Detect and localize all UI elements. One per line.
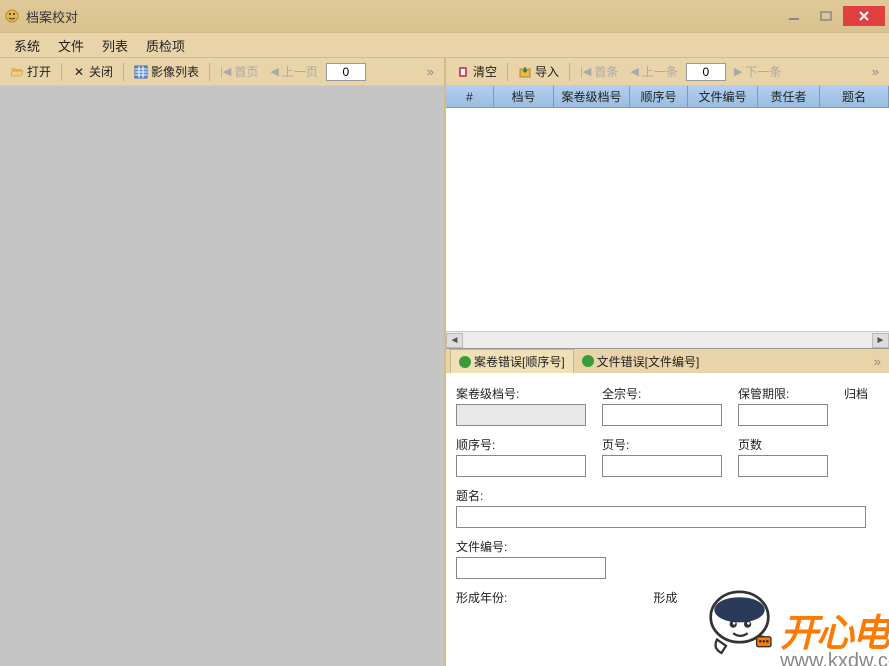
label-seq-no: 顺序号: (456, 436, 586, 453)
input-volume-no[interactable] (456, 404, 586, 426)
label-form-year: 形成年份: (456, 589, 507, 606)
error-tabs: 案卷错误[顺序号] 文件错误[文件编号] » (446, 349, 889, 373)
window-title: 档案校对 (26, 7, 78, 26)
close-label: 关闭 (89, 63, 113, 80)
menu-file[interactable]: 文件 (50, 34, 92, 57)
label-retention: 保管期限: (738, 385, 828, 402)
tab-volume-label: 案卷错误[顺序号] (474, 353, 565, 370)
label-page-no: 页号: (602, 436, 722, 453)
maximize-button[interactable] (811, 6, 841, 26)
label-volume-no: 案卷级档号: (456, 385, 586, 402)
image-list-label: 影像列表 (151, 63, 199, 80)
green-dot-icon (459, 356, 471, 368)
tab-file-label: 文件错误[文件编号] (597, 353, 700, 370)
minimize-button[interactable] (779, 6, 809, 26)
th-title[interactable]: 题名 (820, 86, 889, 107)
menu-list[interactable]: 列表 (94, 34, 136, 57)
label-archive: 归档 (844, 385, 868, 402)
th-dochao[interactable]: 档号 (494, 86, 554, 107)
import-icon (518, 65, 532, 79)
input-fond-no[interactable] (602, 404, 722, 426)
app-icon (4, 8, 20, 24)
left-panel: 打开 ✕ 关闭 影像列表 |◀ 首页 ◀ 上一页 » (0, 58, 446, 666)
input-pages[interactable] (738, 455, 828, 477)
horizontal-scrollbar[interactable]: ◄ ► (446, 331, 889, 348)
next-rec-icon: ▶ (734, 65, 742, 78)
menu-quality[interactable]: 质检项 (138, 34, 193, 57)
close-file-button[interactable]: ✕ 关闭 (68, 61, 117, 82)
clear-label: 清空 (473, 63, 497, 80)
left-toolbar: 打开 ✕ 关闭 影像列表 |◀ 首页 ◀ 上一页 » (0, 58, 444, 86)
titlebar: 档案校对 (0, 0, 889, 32)
tab-file-error[interactable]: 文件错误[文件编号] (574, 350, 708, 373)
window-controls (779, 6, 885, 26)
menubar: 系统 文件 列表 质检项 (0, 32, 889, 58)
input-file-no[interactable] (456, 557, 606, 579)
tab-volume-error[interactable]: 案卷错误[顺序号] (450, 349, 574, 373)
prev-rec-icon: ◀ (630, 65, 638, 78)
clear-button[interactable]: 清空 (452, 61, 501, 82)
expand-tabs[interactable]: » (870, 354, 885, 369)
right-panel: 清空 导入 |◀ 首条 ◀ 上一条 ▶ 下一条 » (446, 58, 889, 666)
label-form-date: 形成 (653, 589, 677, 606)
first-icon: |◀ (220, 65, 231, 78)
prev-rec-label: 上一条 (642, 63, 678, 80)
first-page-button[interactable]: |◀ 首页 (216, 61, 262, 82)
prev-icon: ◀ (270, 65, 278, 78)
label-title: 题名: (456, 487, 866, 504)
first-record-button[interactable]: |◀ 首条 (576, 61, 622, 82)
folder-open-icon (10, 65, 24, 79)
expand-left-toolbar[interactable]: » (423, 64, 438, 79)
open-button[interactable]: 打开 (6, 61, 55, 82)
close-button[interactable] (843, 6, 885, 26)
image-viewer (0, 86, 444, 666)
import-label: 导入 (535, 63, 559, 80)
input-retention[interactable] (738, 404, 828, 426)
expand-right-toolbar[interactable]: » (868, 64, 883, 79)
next-record-button[interactable]: ▶ 下一条 (730, 61, 785, 82)
watermark-cn: 开心电 (780, 615, 888, 653)
table-body (446, 108, 889, 331)
watermark-url: www.kxdw.co (780, 651, 889, 666)
image-list-button[interactable]: 影像列表 (130, 61, 203, 82)
menu-system[interactable]: 系统 (6, 34, 48, 57)
clear-icon (456, 65, 470, 79)
first-rec-icon: |◀ (580, 65, 591, 78)
th-fileno[interactable]: 文件编号 (688, 86, 758, 107)
label-pages: 页数 (738, 436, 828, 453)
th-volume-no[interactable]: 案卷级档号 (554, 86, 630, 107)
form-panel: 案卷级档号: 全宗号: 保管期限: 归档 顺序号: (446, 373, 889, 666)
label-file-no: 文件编号: (456, 538, 606, 555)
label-fond-no: 全宗号: (602, 385, 722, 402)
scroll-left-icon[interactable]: ◄ (446, 333, 463, 348)
prev-page-button[interactable]: ◀ 上一页 (266, 61, 321, 82)
record-number-input[interactable] (686, 63, 726, 81)
th-index[interactable]: # (446, 86, 494, 107)
input-title[interactable] (456, 506, 866, 528)
data-table: # 档号 案卷级档号 顺序号 文件编号 责任者 题名 ◄ ► (446, 86, 889, 349)
first-page-label: 首页 (234, 63, 258, 80)
th-seq[interactable]: 顺序号 (630, 86, 688, 107)
input-page-no[interactable] (602, 455, 722, 477)
import-button[interactable]: 导入 (514, 61, 563, 82)
prev-record-button[interactable]: ◀ 上一条 (626, 61, 681, 82)
grid-icon (134, 65, 148, 79)
open-label: 打开 (27, 63, 51, 80)
input-seq-no[interactable] (456, 455, 586, 477)
table-header-row: # 档号 案卷级档号 顺序号 文件编号 责任者 题名 (446, 86, 889, 108)
green-dot-icon (582, 355, 594, 367)
x-icon: ✕ (72, 65, 86, 79)
right-toolbar: 清空 导入 |◀ 首条 ◀ 上一条 ▶ 下一条 » (446, 58, 889, 86)
prev-page-label: 上一页 (282, 63, 318, 80)
first-rec-label: 首条 (594, 63, 618, 80)
scroll-right-icon[interactable]: ► (872, 333, 889, 348)
th-responsible[interactable]: 责任者 (758, 86, 820, 107)
next-rec-label: 下一条 (745, 63, 781, 80)
page-number-input[interactable] (326, 63, 366, 81)
